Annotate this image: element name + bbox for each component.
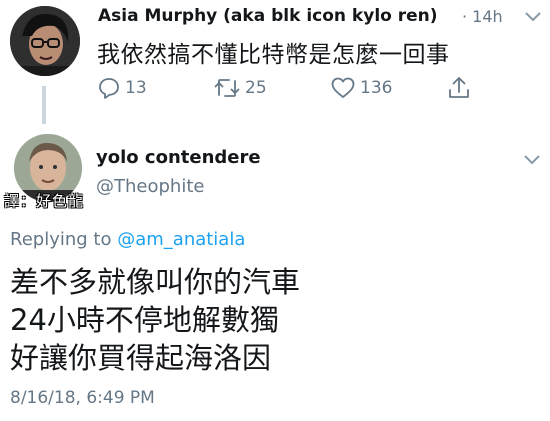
author-name[interactable]: Asia Murphy (aka blk icon kylo ren) <box>98 6 438 26</box>
translator-watermark: 譯：好色龍 <box>4 192 85 210</box>
tweet-text-line: 24小時不停地解數獨 <box>10 303 279 337</box>
share-button[interactable] <box>447 74 471 102</box>
avatar-asia-murphy[interactable] <box>10 6 80 76</box>
reply-icon <box>99 78 119 99</box>
like-count: 136 <box>360 78 393 98</box>
author-name[interactable]: yolo contendere <box>96 147 261 168</box>
tweet-actions: 13 25 136 <box>0 74 550 104</box>
tweet-text: 差不多就像叫你的汽車 24小時不停地解數獨 好讓你買得起海洛因 <box>10 263 300 377</box>
retweet-icon <box>214 79 240 97</box>
retweet-count: 25 <box>245 78 267 98</box>
tweet-thread: Asia Murphy (aka blk icon kylo ren) · 14… <box>0 0 550 421</box>
retweet-button[interactable]: 25 <box>213 74 267 102</box>
tweet-timestamp[interactable]: 8/16/18, 6:49 PM <box>10 388 155 408</box>
chevron-down-icon[interactable] <box>523 10 543 24</box>
tweet-text-line: 差不多就像叫你的汽車 <box>10 265 301 299</box>
replying-to: Replying to @am_anatiala <box>10 229 245 250</box>
reply-button[interactable]: 13 <box>97 74 147 102</box>
tweet-time[interactable]: · 14h <box>462 7 503 26</box>
reply-count: 13 <box>125 78 147 98</box>
replying-prefix: Replying to <box>10 229 112 250</box>
tweet-text-line: 好讓你買得起海洛因 <box>10 341 272 375</box>
share-icon <box>449 77 469 98</box>
author-handle[interactable]: @Theophite <box>96 176 204 197</box>
like-icon <box>331 77 355 98</box>
like-button[interactable]: 136 <box>330 74 392 102</box>
chevron-down-icon[interactable] <box>522 153 542 167</box>
mention-link[interactable]: @am_anatiala <box>117 229 245 250</box>
tweet-text: 我依然搞不懂比特幣是怎麼一回事 <box>97 42 450 68</box>
